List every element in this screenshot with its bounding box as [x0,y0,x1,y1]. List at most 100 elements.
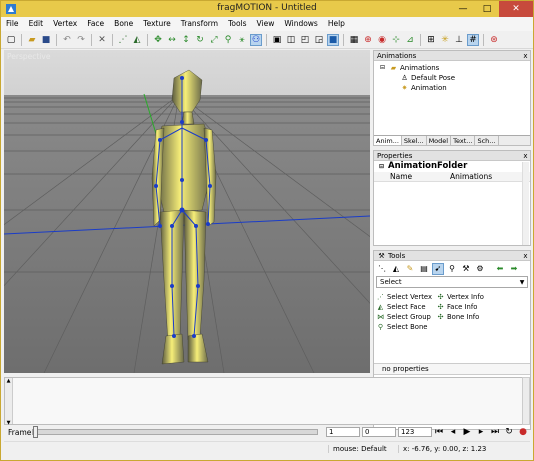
tab-texture[interactable]: Text... [451,136,476,145]
tab-scheme[interactable]: Sch... [475,136,499,145]
scene-canvas[interactable] [4,50,370,373]
grid-toggle-icon[interactable]: # [467,33,479,46]
output-scrollbar[interactable]: ▲ ▼ [5,378,13,426]
frame-end-field[interactable]: 123 [398,427,432,437]
move-x-icon[interactable]: ↔ [166,34,178,46]
forward-arrow-icon[interactable]: ➡ [508,263,520,275]
texture-view-icon[interactable]: ▦ [348,34,360,46]
frame-current-field[interactable]: 0 [362,427,396,437]
tool-bone-info[interactable]: ✣ Bone Info [436,312,516,322]
tree-item-animation[interactable]: ✷ Animation [378,83,530,93]
menu-windows[interactable]: Windows [279,17,322,31]
pose-tool-icon[interactable]: ⚹ [236,34,248,46]
menu-help[interactable]: Help [323,17,350,31]
skeleton-toggle-icon[interactable]: ⚇ [250,33,262,46]
redo-icon[interactable]: ↷ [75,34,87,46]
sphere-icon[interactable]: ◉ [376,34,388,46]
animations-panel-header[interactable]: Animations x [374,51,530,61]
tab-model[interactable]: Model [427,136,452,145]
first-frame-icon[interactable]: ⏮ [433,426,445,438]
properties-panel-close-button[interactable]: x [521,152,530,160]
menu-bone[interactable]: Bone [109,17,138,31]
hammer-icon[interactable]: ⚒ [460,263,472,275]
paint-icon[interactable]: ✎ [404,263,416,275]
delete-icon[interactable]: ✕ [96,34,108,46]
move-y-icon[interactable]: ↕ [180,34,192,46]
menu-tools[interactable]: Tools [223,17,251,31]
view-split-icon[interactable]: ◫ [285,34,297,46]
save-icon[interactable]: ■ [40,34,52,46]
loop-icon[interactable]: ↻ [503,426,515,438]
chevron-down-icon[interactable]: ▼ [517,277,527,287]
wireframe-icon[interactable]: ◰ [299,34,311,46]
perspective-viewport[interactable]: Perspective [4,50,370,373]
menu-face[interactable]: Face [82,17,109,31]
select-tool-icon[interactable]: ➹ [432,262,444,275]
select-face-tool-icon[interactable]: ◭ [131,34,143,46]
menu-vertex[interactable]: Vertex [48,17,82,31]
scroll-up-icon[interactable]: ▲ [7,378,11,384]
play-icon[interactable]: ▶ [461,426,473,438]
align-icon[interactable]: ⊥ [453,34,465,46]
properties-scrollbar[interactable] [522,162,529,245]
right-scrollbar[interactable] [522,377,530,425]
bone-mode-icon[interactable]: ⚲ [446,263,458,275]
settings-icon[interactable]: ⚙ [474,263,486,275]
frame-slider[interactable] [32,426,318,438]
close-button[interactable]: ✕ [499,1,533,17]
bone-tool-icon[interactable]: ⚲ [222,34,234,46]
tool-select-group[interactable]: ⋈ Select Group [376,312,436,322]
menu-transform[interactable]: Transform [176,17,223,31]
collapse-icon[interactable]: ⊟ [378,64,387,73]
tool-face-info[interactable]: ✣ Face Info [436,302,516,312]
tree-item-animations[interactable]: ⊟ ▰ Animations [378,63,530,73]
target-icon[interactable]: ⊕ [362,34,374,46]
record-icon[interactable]: ● [517,426,529,438]
last-frame-icon[interactable]: ⏭ [489,426,501,438]
tool-vertex-info[interactable]: ✣ Vertex Info [436,292,516,302]
frame-start-field[interactable]: 1 [326,427,360,437]
tool-select-dropdown[interactable]: Select ▼ [376,276,528,288]
menu-file[interactable]: File [1,17,24,31]
tab-skeleton[interactable]: Skel... [402,136,427,145]
new-file-icon[interactable]: ▢ [5,34,17,46]
rotate-tool-icon[interactable]: ↻ [194,34,206,46]
flat-shade-icon[interactable]: ◲ [313,34,325,46]
tools-panel-header[interactable]: ⚒ Tools x [374,251,530,261]
vertex-mode-icon[interactable]: ⋱ [376,263,388,275]
back-arrow-icon[interactable]: ⬅ [494,263,506,275]
tools-panel-close-button[interactable]: x [521,252,530,260]
frame-slider-thumb[interactable] [33,426,38,438]
face-mode-icon[interactable]: ◭ [390,263,402,275]
smooth-shade-icon[interactable]: ■ [327,33,339,46]
texture-mode-icon[interactable]: ▤ [418,263,430,275]
axis-icon[interactable]: ⊿ [404,34,416,46]
grid-icon[interactable]: ⊞ [425,34,437,46]
property-row[interactable]: Name Animations [374,172,530,182]
snap-icon[interactable]: ⊹ [390,34,402,46]
menu-texture[interactable]: Texture [138,17,175,31]
view-single-icon[interactable]: ▣ [271,34,283,46]
light-icon[interactable]: ✳ [439,34,451,46]
render-icon[interactable]: ⊛ [488,34,500,46]
properties-panel-header[interactable]: Properties x [374,151,530,161]
move-tool-icon[interactable]: ✥ [152,34,164,46]
prev-frame-icon[interactable]: ◂ [447,426,459,438]
title-bar[interactable]: fragMOTION - Untitled — □ ✕ [1,1,533,17]
menu-edit[interactable]: Edit [24,17,49,31]
animations-panel-close-button[interactable]: x [521,52,530,60]
tool-select-vertex[interactable]: ⋰ Select Vertex [376,292,436,302]
tool-select-face[interactable]: ◭ Select Face [376,302,436,312]
select-vertex-tool-icon[interactable]: ⋰ [117,34,129,46]
tree-item-default-pose[interactable]: ♙ Default Pose [378,73,530,83]
undo-icon[interactable]: ↶ [61,34,73,46]
tool-select-bone[interactable]: ⚲ Select Bone [376,322,436,332]
property-folder[interactable]: ⊟ AnimationFolder [374,161,530,172]
tab-animations[interactable]: Anim... [374,136,402,145]
scale-tool-icon[interactable]: ⤢ [208,34,220,46]
open-folder-icon[interactable]: ▰ [26,34,38,46]
minimize-button[interactable]: — [451,1,475,17]
menu-view[interactable]: View [252,17,280,31]
maximize-button[interactable]: □ [475,1,499,17]
collapse-icon[interactable]: ⊟ [377,162,386,171]
